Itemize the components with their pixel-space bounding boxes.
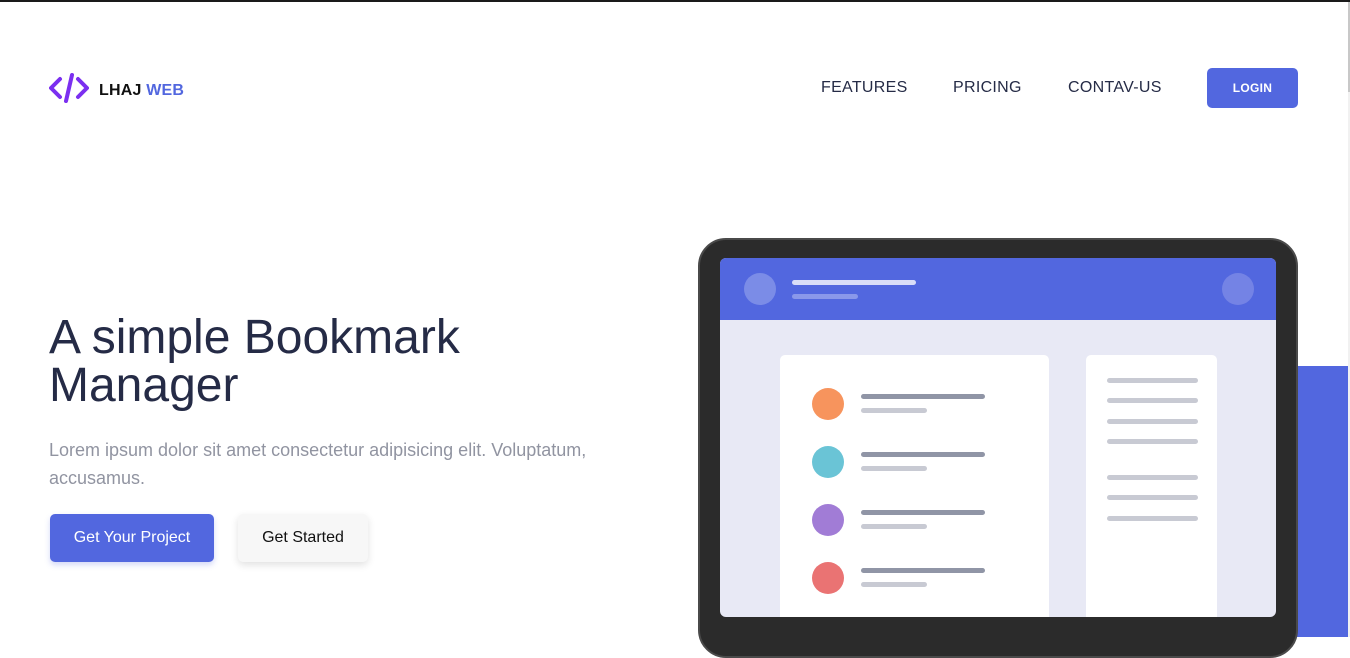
header-line: [792, 280, 916, 285]
get-your-project-button[interactable]: Get Your Project: [50, 514, 214, 562]
list-line: [861, 510, 985, 515]
list-line: [861, 466, 927, 471]
brand-name-accent: WEB: [146, 82, 185, 99]
header-line: [792, 294, 858, 299]
list-dot: [812, 446, 844, 478]
list-line: [861, 408, 927, 413]
brand-name: LHAJ WEB: [99, 82, 184, 100]
code-icon: [49, 73, 89, 103]
sidebar-line: [1107, 398, 1198, 403]
sidebar-line: [1107, 439, 1198, 444]
hero-backdrop-shape: [1296, 366, 1348, 637]
list-dot: [812, 388, 844, 420]
list-line: [861, 568, 985, 573]
brand-name-main: LHAJ: [99, 82, 142, 99]
sidebar-line: [1107, 419, 1198, 424]
list-line: [861, 582, 927, 587]
list-dot: [812, 562, 844, 594]
list-line: [861, 524, 927, 529]
window-top-border: [0, 0, 1350, 2]
nav-link-contact[interactable]: CONTAV-US: [1068, 79, 1162, 97]
avatar: [744, 273, 776, 305]
sidebar-line: [1107, 516, 1198, 521]
brand-logo[interactable]: LHAJ WEB: [49, 73, 184, 103]
list-line: [861, 452, 985, 457]
nav-link-pricing[interactable]: PRICING: [953, 79, 1022, 97]
sidebar-line: [1107, 378, 1198, 383]
list-line: [861, 394, 985, 399]
hero-title: A simple Bookmark Manager: [49, 311, 460, 412]
avatar: [1222, 273, 1254, 305]
screen-header: [720, 258, 1276, 320]
sidebar-line: [1107, 475, 1198, 480]
tablet-screen: [720, 258, 1276, 617]
bookmark-list-card: [780, 355, 1049, 617]
get-started-button[interactable]: Get Started: [238, 514, 368, 562]
hero-description: Lorem ipsum dolor sit amet consectetur a…: [49, 440, 587, 488]
list-dot: [812, 504, 844, 536]
sidebar-line: [1107, 495, 1198, 500]
nav-link-features[interactable]: FEATURES: [821, 79, 908, 97]
sidebar-card: [1086, 355, 1217, 617]
login-button[interactable]: LOGIN: [1207, 68, 1298, 108]
